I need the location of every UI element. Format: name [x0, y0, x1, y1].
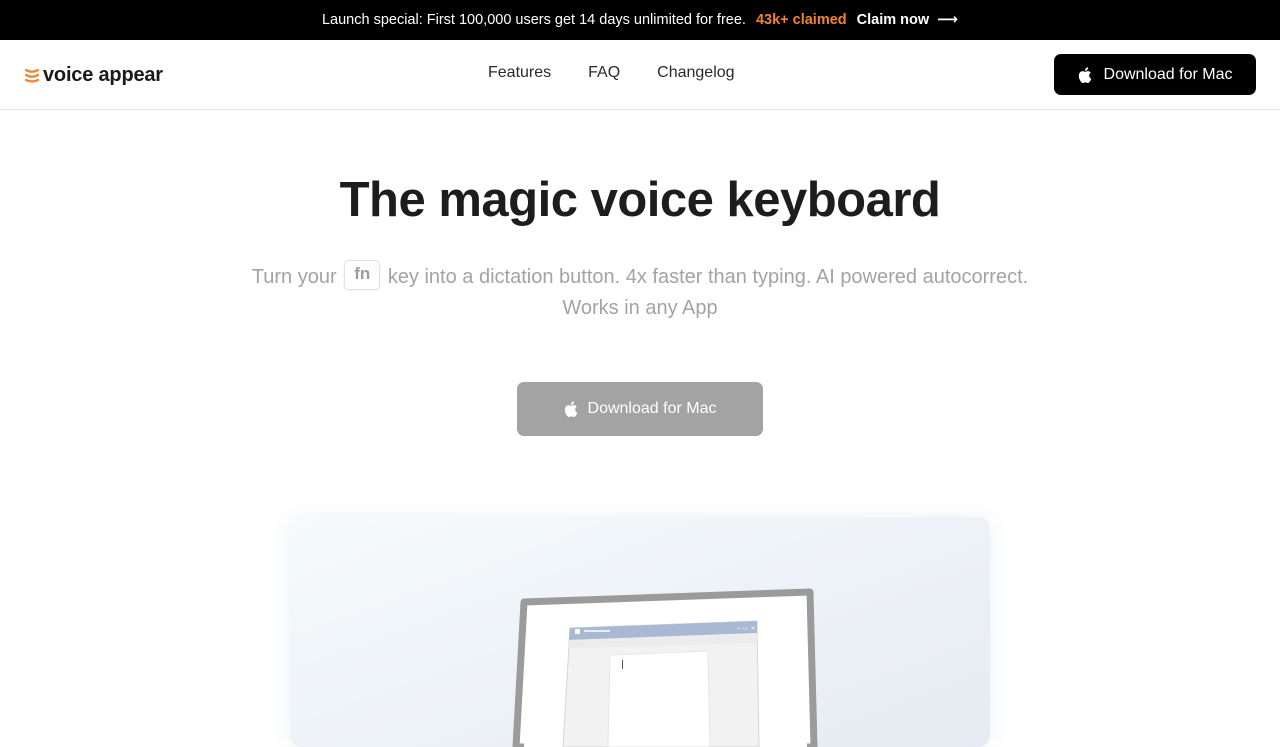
nav-links: Features FAQ Changelog [488, 64, 735, 82]
laptop-illustration: − ▭ × [512, 588, 818, 747]
svg-text:− ▭ ×: − ▭ × [736, 625, 756, 632]
claim-now-label: Claim now [856, 12, 930, 28]
voice-waves-icon [24, 68, 40, 83]
nav-download-label: Download for Mac [1103, 65, 1233, 83]
fn-key-badge: fn [344, 259, 381, 290]
brand-logo[interactable]: voice appear [24, 63, 163, 87]
subtitle-after: key into a dictation button. 4x faster t… [387, 266, 1029, 319]
hero-title: The magic voice keyboard [339, 173, 941, 227]
app-window: − ▭ × [562, 620, 760, 747]
demo-card: − ▭ × [290, 517, 990, 747]
top-nav: voice appear Features FAQ Changelog Down… [0, 40, 1280, 110]
brand-name: voice appear [43, 63, 163, 86]
arrow-right-icon: ⟶ [937, 12, 958, 28]
apple-icon [1078, 66, 1091, 83]
hero-subtitle: Turn your fn key into a dictation button… [240, 259, 1040, 323]
nav-link-faq[interactable]: FAQ [588, 64, 620, 82]
hero-download-button[interactable]: Download for Mac [517, 382, 763, 436]
nav-download-button[interactable]: Download for Mac [1054, 54, 1256, 95]
apple-icon [564, 401, 577, 417]
hero-download-label: Download for Mac [587, 400, 717, 417]
claimed-count: 43k+ claimed [755, 12, 847, 28]
nav-link-changelog[interactable]: Changelog [657, 64, 734, 82]
claim-now-link[interactable]: Claim now ⟶ [857, 12, 958, 28]
nav-link-features[interactable]: Features [488, 64, 551, 82]
announcement-bar: Launch special: First 100,000 users get … [0, 0, 1280, 40]
subtitle-before: Turn your [251, 266, 337, 288]
announcement-text: Launch special: First 100,000 users get … [321, 12, 746, 28]
